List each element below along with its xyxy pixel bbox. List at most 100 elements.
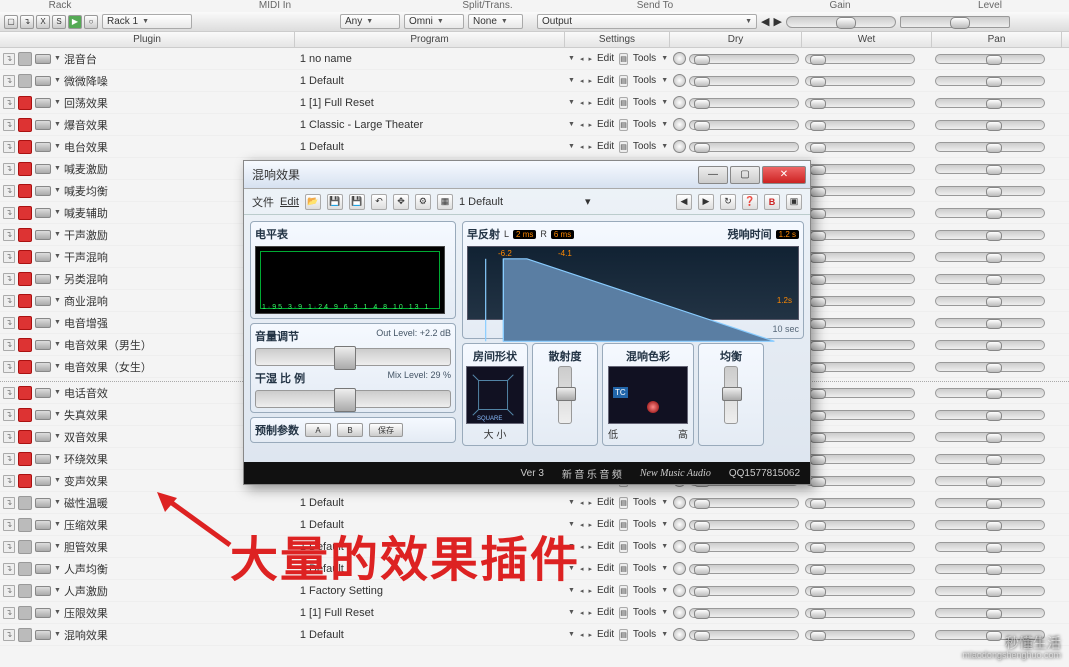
route-icon[interactable]: ↴ — [3, 475, 15, 487]
plugin-chip-icon[interactable] — [35, 164, 51, 174]
pan-slider[interactable] — [935, 208, 1045, 218]
chevron-down-icon[interactable]: ▼ — [54, 143, 61, 150]
route-icon[interactable]: ↴ — [3, 97, 15, 109]
pan-slider[interactable] — [935, 454, 1045, 464]
btn-s[interactable]: S — [52, 15, 66, 29]
route-icon[interactable]: ↴ — [3, 53, 15, 65]
window-icon[interactable]: ▣ — [786, 194, 802, 210]
wet-slider[interactable] — [805, 362, 915, 372]
fx-icon[interactable] — [18, 452, 32, 466]
tools-link[interactable]: Tools — [633, 97, 656, 108]
pan-slider[interactable] — [935, 432, 1045, 442]
pan-slider[interactable] — [935, 564, 1045, 574]
route-icon[interactable]: ↴ — [3, 607, 15, 619]
plugin-row[interactable]: ↴▼人声激励1 Factory Setting▼◂▸Edit▤Tools▼ — [0, 580, 1069, 602]
tools-link[interactable]: Tools — [633, 497, 656, 508]
maximize-button[interactable]: ▢ — [730, 166, 760, 184]
room-shape-display[interactable]: SQUARE — [466, 366, 524, 424]
chevron-down-icon[interactable]: ▼ — [54, 253, 61, 260]
edit-link[interactable]: Edit — [597, 97, 614, 108]
fx-icon[interactable] — [18, 628, 32, 642]
pan-slider[interactable] — [935, 520, 1045, 530]
plugin-chip-icon[interactable] — [35, 388, 51, 398]
save2-icon[interactable]: 💾 — [349, 194, 365, 210]
route-icon[interactable]: ↴ — [3, 119, 15, 131]
route-icon[interactable]: ↴ — [3, 409, 15, 421]
wet-slider[interactable] — [805, 98, 915, 108]
pan-slider[interactable] — [935, 608, 1045, 618]
pan-slider[interactable] — [935, 252, 1045, 262]
dry-knob[interactable] — [673, 118, 686, 131]
dry-slider[interactable] — [689, 564, 799, 574]
plugin-chip-icon[interactable] — [35, 630, 51, 640]
plugin-window-titlebar[interactable]: 混响效果 — ▢ ✕ — [244, 161, 810, 189]
tools-link[interactable]: Tools — [633, 541, 656, 552]
pan-slider[interactable] — [935, 498, 1045, 508]
plugin-chip-icon[interactable] — [35, 186, 51, 196]
plugin-chip-icon[interactable] — [35, 564, 51, 574]
tools-link[interactable]: Tools — [633, 53, 656, 64]
fx-icon[interactable] — [18, 518, 32, 532]
prev-icon[interactable]: ◀ — [676, 194, 692, 210]
route-icon[interactable]: ↴ — [3, 317, 15, 329]
plugin-row[interactable]: ↴▼回荡效果1 [1] Full Reset▼◂▸Edit▤Tools▼ — [0, 92, 1069, 114]
fx-icon[interactable] — [18, 430, 32, 444]
pan-slider[interactable] — [935, 318, 1045, 328]
route-icon[interactable]: ↴ — [3, 251, 15, 263]
settings-icon[interactable]: ▤ — [619, 53, 628, 65]
wet-slider[interactable] — [805, 208, 915, 218]
dry-knob[interactable] — [673, 562, 686, 575]
open-icon[interactable]: 📂 — [305, 194, 321, 210]
btn-collapse[interactable]: ▢ — [4, 15, 18, 29]
settings-icon[interactable]: ▤ — [619, 97, 628, 109]
plugin-chip-icon[interactable] — [35, 98, 51, 108]
chevron-down-icon[interactable]: ▼ — [54, 363, 61, 370]
route-icon[interactable]: ↴ — [3, 519, 15, 531]
dry-knob[interactable] — [673, 74, 686, 87]
plugin-row[interactable]: ↴▼胆管效果1 Default▼◂▸Edit▤Tools▼ — [0, 536, 1069, 558]
minimize-button[interactable]: — — [698, 166, 728, 184]
plugin-chip-icon[interactable] — [35, 76, 51, 86]
route-icon[interactable]: ↴ — [3, 453, 15, 465]
pan-slider[interactable] — [935, 586, 1045, 596]
chevron-down-icon[interactable]: ▼ — [54, 99, 61, 106]
wet-slider[interactable] — [805, 230, 915, 240]
edit-link[interactable]: Edit — [597, 607, 614, 618]
wet-slider[interactable] — [805, 454, 915, 464]
wet-slider[interactable] — [805, 586, 915, 596]
plugin-chip-icon[interactable] — [35, 520, 51, 530]
fx-icon[interactable] — [18, 360, 32, 374]
plugin-chip-icon[interactable] — [35, 362, 51, 372]
wet-slider[interactable] — [805, 142, 915, 152]
wet-slider[interactable] — [805, 498, 915, 508]
dry-slider[interactable] — [689, 542, 799, 552]
wet-slider[interactable] — [805, 630, 915, 640]
preset-save-button[interactable]: 保存 — [369, 423, 403, 437]
dry-knob[interactable] — [673, 540, 686, 553]
chevron-down-icon[interactable]: ▼ — [54, 77, 61, 84]
chevron-down-icon[interactable]: ▼ — [54, 165, 61, 172]
route-icon[interactable]: ↴ — [3, 541, 15, 553]
plugin-row[interactable]: ↴▼磁性温暖1 Default▼◂▸Edit▤Tools▼ — [0, 492, 1069, 514]
fx-icon[interactable] — [18, 496, 32, 510]
plugin-row[interactable]: ↴▼压限效果1 [1] Full Reset▼◂▸Edit▤Tools▼ — [0, 602, 1069, 624]
edit-link[interactable]: Edit — [597, 629, 614, 640]
pan-slider[interactable] — [935, 340, 1045, 350]
pan-slider[interactable] — [935, 98, 1045, 108]
tools-link[interactable]: Tools — [633, 119, 656, 130]
dry-knob[interactable] — [673, 140, 686, 153]
edit-link[interactable]: Edit — [597, 75, 614, 86]
next-icon[interactable]: ▶ — [698, 194, 714, 210]
dry-slider[interactable] — [689, 498, 799, 508]
edit-link[interactable]: Edit — [597, 119, 614, 130]
preset-a-button[interactable]: A — [305, 423, 331, 437]
plugin-chip-icon[interactable] — [35, 318, 51, 328]
fx-icon[interactable] — [18, 250, 32, 264]
dry-knob[interactable] — [673, 96, 686, 109]
fx-icon[interactable] — [18, 338, 32, 352]
settings-icon[interactable]: ▤ — [619, 519, 628, 531]
route-icon[interactable]: ↴ — [3, 585, 15, 597]
btn-power[interactable]: ▶ — [68, 15, 82, 29]
save-icon[interactable]: 💾 — [327, 194, 343, 210]
fx-icon[interactable] — [18, 272, 32, 286]
